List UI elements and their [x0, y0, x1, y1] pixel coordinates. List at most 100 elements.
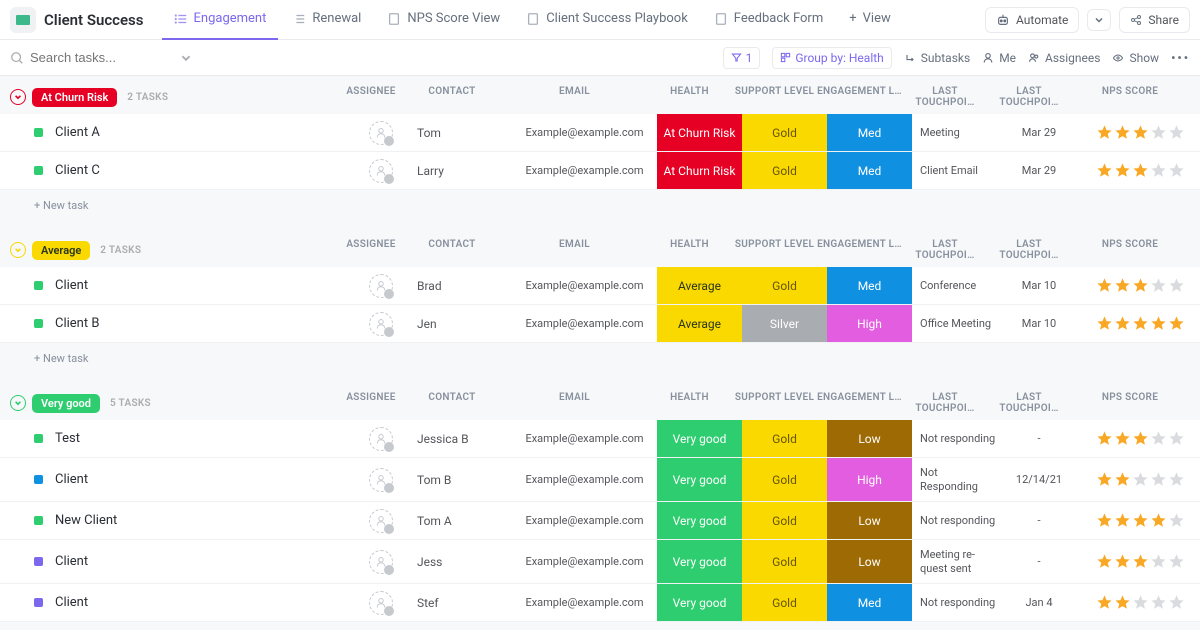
cell-assignee[interactable] [350, 267, 412, 304]
group-badge[interactable]: At Churn Risk [32, 88, 117, 107]
cell-assignee[interactable] [350, 420, 412, 457]
task-row[interactable]: Client Stef Example@example.com Very goo… [0, 584, 1200, 622]
cell-touchpoint-1[interactable]: Not Responding [912, 458, 998, 501]
cell-touchpoint-1[interactable]: Client Email [912, 152, 998, 189]
group-badge[interactable]: Average [32, 241, 90, 260]
status-dot[interactable] [34, 434, 43, 443]
cell-health[interactable]: At Churn Risk [657, 152, 742, 189]
tab-feedback[interactable]: Feedback Form [702, 0, 835, 40]
cell-touchpoint-2[interactable]: - [998, 502, 1080, 539]
cell-support[interactable]: Gold [742, 267, 827, 304]
cell-health[interactable]: At Churn Risk [657, 114, 742, 151]
col-support[interactable]: SUPPORT LEVEL [732, 86, 817, 108]
task-row[interactable]: Test Jessica B Example@example.com Very … [0, 420, 1200, 458]
cell-touchpoint-2[interactable]: - [998, 420, 1080, 457]
assignee-avatar[interactable] [369, 591, 393, 615]
cell-engagement[interactable]: Med [827, 152, 912, 189]
col-nps[interactable]: NPS SCORE [1070, 239, 1190, 261]
task-row[interactable]: Client B Jen Example@example.com Average… [0, 305, 1200, 343]
cell-email[interactable]: Example@example.com [512, 502, 657, 539]
automate-button[interactable]: Automate [985, 7, 1079, 33]
col-assignee[interactable]: ASSIGNEE [340, 86, 402, 108]
cell-touchpoint-2[interactable]: Mar 10 [998, 305, 1080, 342]
cell-email[interactable]: Example@example.com [512, 267, 657, 304]
assignees-button[interactable]: Assignees [1028, 51, 1100, 65]
cell-engagement[interactable]: High [827, 305, 912, 342]
cell-contact[interactable]: Tom A [412, 502, 512, 539]
cell-email[interactable]: Example@example.com [512, 114, 657, 151]
cell-nps[interactable] [1080, 114, 1200, 151]
tab-playbook[interactable]: Client Success Playbook [514, 0, 700, 40]
cell-nps[interactable] [1080, 305, 1200, 342]
collapse-toggle[interactable] [10, 89, 26, 105]
status-dot[interactable] [34, 475, 43, 484]
assignee-avatar[interactable] [369, 509, 393, 533]
cell-assignee[interactable] [350, 114, 412, 151]
show-button[interactable]: Show [1112, 51, 1159, 65]
cell-health[interactable]: Average [657, 267, 742, 304]
cell-email[interactable]: Example@example.com [512, 152, 657, 189]
cell-contact[interactable]: Larry [412, 152, 512, 189]
task-row[interactable]: Client Brad Example@example.com Average … [0, 267, 1200, 305]
cell-support[interactable]: Gold [742, 502, 827, 539]
status-dot[interactable] [34, 281, 43, 290]
col-support[interactable]: SUPPORT LEVEL [732, 239, 817, 261]
task-name[interactable]: Client [55, 472, 350, 487]
task-row[interactable]: Client C Larry Example@example.com At Ch… [0, 152, 1200, 190]
status-dot[interactable] [34, 319, 43, 328]
col-nps[interactable]: NPS SCORE [1070, 392, 1190, 414]
task-row[interactable]: Client A Tom Example@example.com At Chur… [0, 114, 1200, 152]
task-name[interactable]: Client [55, 278, 350, 293]
cell-touchpoint-2[interactable]: Mar 29 [998, 152, 1080, 189]
cell-health[interactable]: Average [657, 305, 742, 342]
status-dot[interactable] [34, 598, 43, 607]
cell-nps[interactable] [1080, 584, 1200, 621]
cell-health[interactable]: Very good [657, 584, 742, 621]
cell-email[interactable]: Example@example.com [512, 458, 657, 501]
col-health[interactable]: HEALTH [647, 86, 732, 108]
cell-support[interactable]: Gold [742, 114, 827, 151]
share-button[interactable]: Share [1119, 7, 1190, 33]
task-name[interactable]: New Client [55, 513, 350, 528]
cell-health[interactable]: Very good [657, 502, 742, 539]
assignee-avatar[interactable] [369, 312, 393, 336]
assignee-avatar[interactable] [369, 274, 393, 298]
cell-touchpoint-2[interactable]: Mar 10 [998, 267, 1080, 304]
col-touchpoint-1[interactable]: LAST TOUCHPOI… [902, 239, 988, 261]
tab-renewal[interactable]: Renewal [280, 0, 373, 40]
col-touchpoint-1[interactable]: LAST TOUCHPOI… [902, 392, 988, 414]
cell-health[interactable]: Very good [657, 540, 742, 583]
col-contact[interactable]: CONTACT [402, 86, 502, 108]
task-name[interactable]: Client B [55, 316, 350, 331]
cell-nps[interactable] [1080, 267, 1200, 304]
col-engagement[interactable]: ENGAGEMENT L… [817, 392, 902, 414]
cell-nps[interactable] [1080, 502, 1200, 539]
new-task-button[interactable]: + New task [0, 190, 1200, 221]
cell-contact[interactable]: Jessica B [412, 420, 512, 457]
cell-engagement[interactable]: Med [827, 114, 912, 151]
cell-engagement[interactable]: High [827, 458, 912, 501]
tab-engagement[interactable]: Engagement [162, 0, 279, 40]
col-email[interactable]: EMAIL [502, 239, 647, 261]
cell-support[interactable]: Gold [742, 540, 827, 583]
cell-email[interactable]: Example@example.com [512, 420, 657, 457]
cell-support[interactable]: Gold [742, 458, 827, 501]
col-health[interactable]: HEALTH [647, 239, 732, 261]
cell-email[interactable]: Example@example.com [512, 584, 657, 621]
status-dot[interactable] [34, 128, 43, 137]
task-name[interactable]: Client A [55, 125, 350, 140]
cell-health[interactable]: Very good [657, 458, 742, 501]
task-name[interactable]: Client [55, 554, 350, 569]
col-contact[interactable]: CONTACT [402, 392, 502, 414]
cell-contact[interactable]: Jess [412, 540, 512, 583]
cell-nps[interactable] [1080, 420, 1200, 457]
cell-engagement[interactable]: Low [827, 540, 912, 583]
cell-touchpoint-1[interactable]: Meeting re-quest sent [912, 540, 998, 583]
task-name[interactable]: Test [55, 431, 350, 446]
col-email[interactable]: EMAIL [502, 86, 647, 108]
tab-nps[interactable]: NPS Score View [375, 0, 512, 40]
task-row[interactable]: Client Tom B Example@example.com Very go… [0, 458, 1200, 502]
cell-touchpoint-1[interactable]: Meeting [912, 114, 998, 151]
search-input[interactable] [30, 50, 170, 65]
task-row[interactable]: New Client Tom A Example@example.com Ver… [0, 502, 1200, 540]
